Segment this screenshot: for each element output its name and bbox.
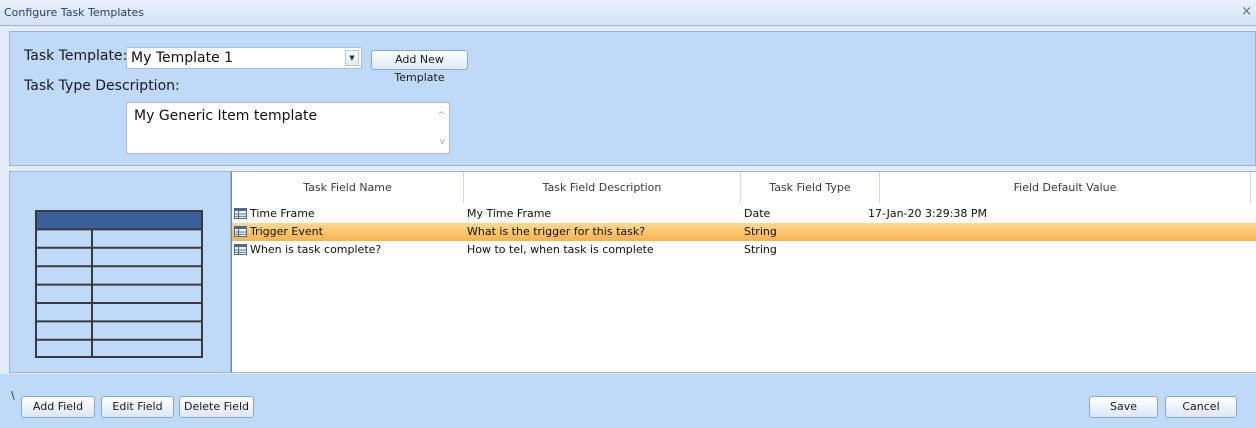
grid-header: Task Field Name Task Field Description T… [232,172,1256,203]
field-description: My Time Frame [467,207,552,220]
scroll-up-icon[interactable]: ^ [437,111,445,121]
preview-header-fill [36,211,202,229]
window-title: Configure Task Templates [4,6,144,19]
save-button[interactable]: Save [1089,396,1158,418]
table-icon [234,244,247,255]
chevron-down-icon[interactable]: ▼ [345,50,359,66]
template-preview-panel [9,171,231,373]
preview-rows [36,228,202,357]
add-field-button[interactable]: Add Field [21,396,95,418]
field-default [868,241,1238,259]
close-icon[interactable]: × [1241,4,1252,19]
title-bar: Configure Task Templates × [0,0,1256,26]
field-name: Trigger Event [250,225,323,238]
description-text: My Generic Item template [134,108,318,124]
scroll-down-icon[interactable]: v [440,137,445,147]
delete-field-button[interactable]: Delete Field [179,396,254,418]
column-header-name[interactable]: Task Field Name [232,172,464,203]
column-header-description[interactable]: Task Field Description [464,172,741,203]
table-row[interactable]: Trigger Event What is the trigger for th… [232,223,1256,241]
field-name: Time Frame [250,207,315,220]
table-row[interactable]: When is task complete? How to tel, when … [232,241,1256,259]
field-default: 17-Jan-20 3:29:38 PM [868,207,988,220]
edit-field-button[interactable]: Edit Field [101,396,174,418]
table-row[interactable]: Time Frame My Time Frame Date 17-Jan-20 … [232,205,1256,223]
field-name: When is task complete? [250,243,382,256]
cancel-button[interactable]: Cancel [1165,396,1237,418]
field-description: How to tel, when task is complete [467,243,654,256]
field-type: Date [744,207,771,220]
table-preview-icon [35,210,203,358]
splitter-handle[interactable]: \ [11,389,15,402]
table-icon [234,226,247,237]
template-dropdown-value: My Template 1 [131,50,234,66]
template-label: Task Template: [24,48,128,64]
table-icon [234,208,247,219]
template-dropdown[interactable]: My Template 1 ▼ [126,47,362,69]
column-header-type[interactable]: Task Field Type [741,172,880,203]
description-label: Task Type Description: [24,78,180,94]
template-panel: Task Template: My Template 1 ▼ Add New T… [9,31,1256,166]
field-type: String [744,225,777,238]
field-description: What is the trigger for this task? [467,225,646,238]
add-new-template-button[interactable]: Add New Template [371,50,468,84]
column-header-default[interactable]: Field Default Value [880,172,1251,203]
field-type: String [744,243,777,256]
description-field[interactable]: My Generic Item template ^ v [126,102,450,154]
task-fields-grid: Task Field Name Task Field Description T… [231,171,1256,373]
field-default [868,223,1238,241]
